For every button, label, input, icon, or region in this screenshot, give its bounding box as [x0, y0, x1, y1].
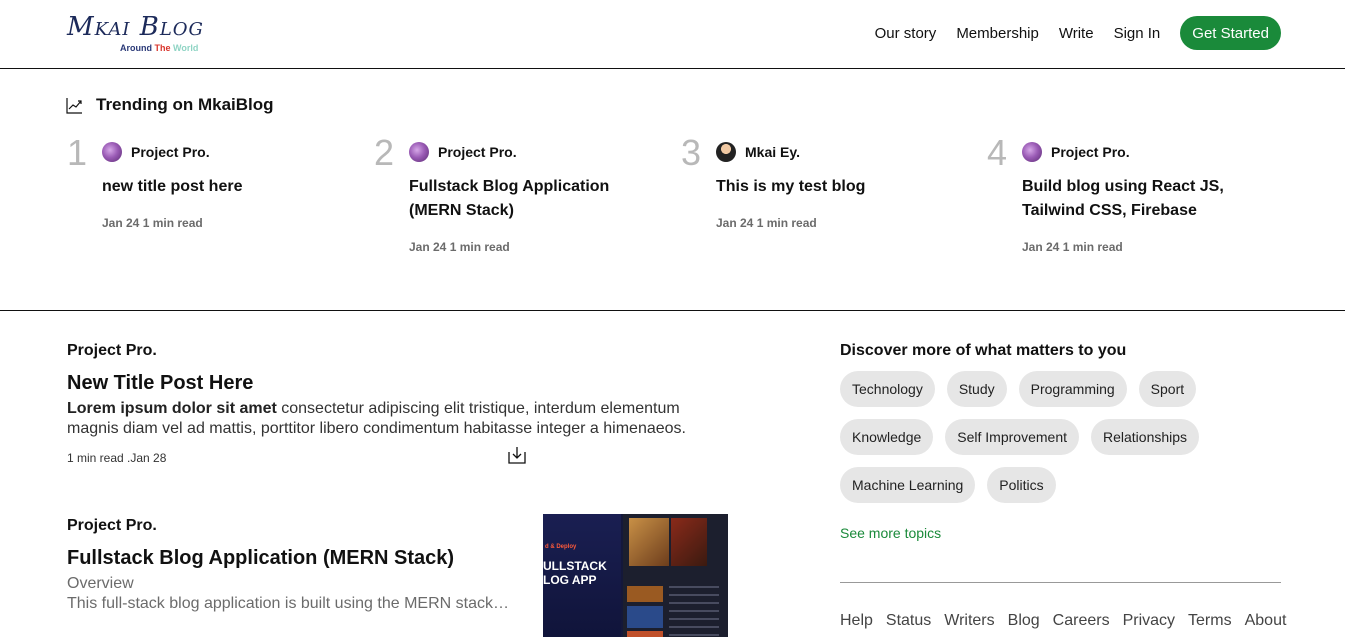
trending-rank: 4 — [987, 132, 1008, 173]
trending-section: Trending on MkaiBlog 1 Project Pro. new … — [0, 69, 1345, 311]
post-excerpt: Lorem ipsum dolor sit amet consectetur a… — [67, 400, 686, 437]
trending-author[interactable]: Mkai Ey. — [716, 142, 800, 162]
post-subtitle: Overview — [67, 575, 134, 592]
trending-post-title[interactable]: Fullstack Blog Application (MERN Stack) … — [409, 175, 664, 259]
avatar — [716, 142, 736, 162]
footer-careers-link[interactable]: Careers — [1053, 612, 1110, 630]
trending-post-meta: Jan 24 1 min read — [102, 216, 203, 230]
sidebar-divider — [840, 582, 1281, 583]
avatar — [409, 142, 429, 162]
footer-blog-link[interactable]: Blog — [1008, 612, 1040, 630]
footer-privacy-link[interactable]: Privacy — [1123, 612, 1175, 630]
post-thumbnail[interactable]: d & Deploy ULLSTACK LOG APP — [543, 514, 728, 637]
post-meta: 1 min read .Jan 28 — [67, 451, 167, 465]
feed-post[interactable]: Project Pro. Fullstack Blog Application … — [67, 517, 517, 614]
post-title[interactable]: New Title Post Here — [67, 372, 707, 395]
bookmark-save-icon[interactable] — [508, 446, 526, 464]
see-more-topics-link[interactable]: See more topics — [840, 525, 941, 541]
top-nav: Our story Membership Write Sign In Get S… — [855, 16, 1281, 50]
feed-post[interactable]: Project Pro. New Title Post Here Lorem i… — [67, 342, 707, 465]
trending-rank: 2 — [374, 132, 395, 173]
footer-writers-link[interactable]: Writers — [944, 612, 994, 630]
topic-chip[interactable]: Knowledge — [840, 419, 934, 455]
trending-post-meta: Jan 24 1 min read — [409, 240, 510, 254]
trending-author[interactable]: Project Pro. — [409, 142, 517, 162]
thumbnail-tag: d & Deploy — [545, 544, 577, 550]
trending-post-title[interactable]: new title post here Jan 24 1 min read — [102, 175, 357, 235]
trending-post-meta: Jan 24 1 min read — [716, 216, 817, 230]
footer-terms-link[interactable]: Terms — [1188, 612, 1232, 630]
nav-write-link[interactable]: Write — [1059, 25, 1094, 42]
get-started-button[interactable]: Get Started — [1180, 16, 1281, 50]
topic-chip[interactable]: Programming — [1018, 371, 1127, 407]
trending-post-title[interactable]: This is my test blog Jan 24 1 min read — [716, 175, 971, 235]
trending-author[interactable]: Project Pro. — [102, 142, 210, 162]
topic-chip[interactable]: Self Improvement — [945, 419, 1079, 455]
topic-list: Technology Study Programming Sport Knowl… — [840, 371, 1280, 515]
site-logo[interactable]: Mkai Blog Around The World — [67, 14, 207, 56]
logo-wordmark: Mkai Blog — [67, 12, 204, 42]
avatar — [1022, 142, 1042, 162]
topic-chip[interactable]: Relationships — [1091, 419, 1200, 455]
trending-rank: 3 — [681, 132, 702, 173]
trending-post-title[interactable]: Build blog using React JS, Tailwind CSS,… — [1022, 175, 1277, 259]
post-author[interactable]: Project Pro. — [67, 517, 517, 535]
post-excerpt: This full-stack blog application is buil… — [67, 595, 509, 612]
trending-heading: Trending on MkaiBlog — [66, 95, 274, 115]
topic-chip[interactable]: Study — [946, 371, 1007, 407]
trending-icon — [66, 97, 82, 114]
footer-about-link[interactable]: About — [1245, 612, 1287, 630]
footer-links: Help Status Writers Blog Careers Privacy… — [840, 612, 1299, 630]
nav-membership-link[interactable]: Membership — [956, 25, 1039, 42]
footer-status-link[interactable]: Status — [886, 612, 931, 630]
trending-post-meta: Jan 24 1 min read — [1022, 240, 1123, 254]
trending-rank: 1 — [67, 132, 88, 173]
nav-sign-in-link[interactable]: Sign In — [1114, 25, 1161, 42]
discover-heading: Discover more of what matters to you — [840, 342, 1127, 359]
post-title[interactable]: Fullstack Blog Application (MERN Stack) — [67, 547, 517, 570]
topic-chip[interactable]: Technology — [840, 371, 935, 407]
post-author[interactable]: Project Pro. — [67, 342, 707, 360]
trending-author[interactable]: Project Pro. — [1022, 142, 1130, 162]
topic-chip[interactable]: Machine Learning — [840, 467, 976, 503]
footer-help-link[interactable]: Help — [840, 612, 873, 630]
trending-heading-text: Trending on MkaiBlog — [96, 95, 274, 114]
topic-chip[interactable]: Politics — [987, 467, 1056, 503]
top-header: Mkai Blog Around The World Our story Mem… — [0, 0, 1345, 69]
nav-our-story-link[interactable]: Our story — [875, 25, 937, 42]
logo-tagline: Around The World — [120, 43, 199, 53]
avatar — [102, 142, 122, 162]
thumbnail-title: ULLSTACK LOG APP — [543, 559, 607, 587]
topic-chip[interactable]: Sport — [1138, 371, 1197, 407]
